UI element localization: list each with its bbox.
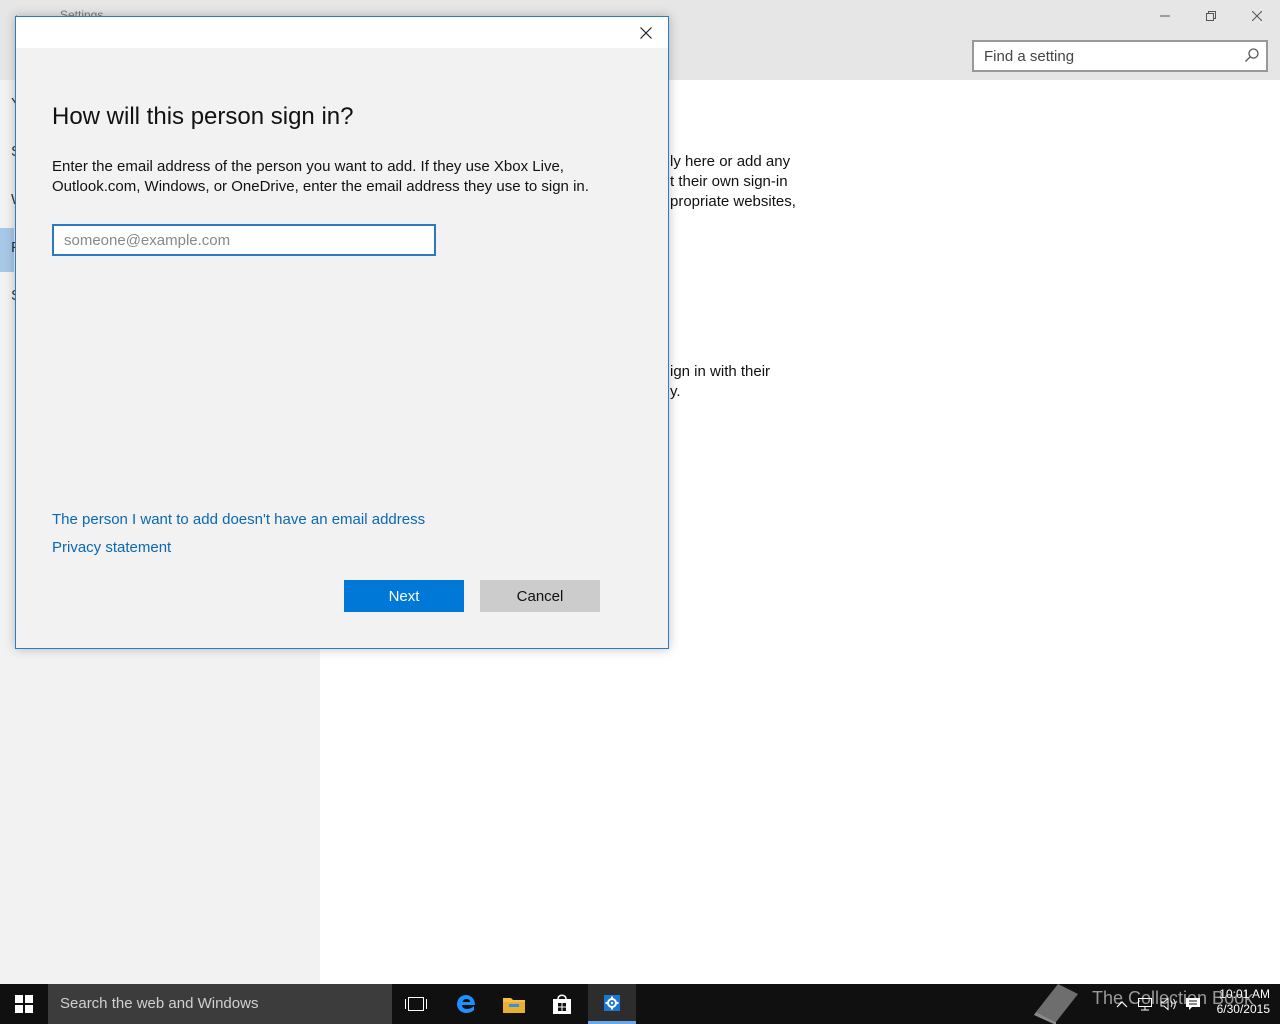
edge-browser-icon [457, 995, 475, 1013]
clock-time: 10:01 AM [1219, 987, 1270, 1001]
windows-logo-icon [15, 995, 33, 1013]
file-explorer-button[interactable] [490, 984, 538, 1024]
search-icon[interactable] [1244, 47, 1260, 63]
close-icon [640, 27, 652, 39]
folder-icon [503, 998, 525, 1013]
find-setting-search[interactable] [972, 40, 1268, 72]
clock-date: 6/30/2015 [1216, 1002, 1270, 1016]
cancel-button[interactable]: Cancel [480, 580, 600, 612]
edge-button[interactable] [442, 984, 490, 1024]
notification-icon [1186, 998, 1200, 1010]
sign-in-dialog: How will this person sign in? Enter the … [15, 16, 669, 649]
settings-app-button[interactable] [588, 984, 636, 1024]
content-text-line: ign in with their [670, 363, 771, 380]
restore-button[interactable] [1188, 0, 1234, 32]
content-text-line: ly here or add any [670, 153, 791, 170]
close-icon [1252, 11, 1262, 21]
taskbar-search[interactable]: Search the web and Windows [48, 984, 392, 1024]
network-button[interactable] [1135, 994, 1155, 1014]
store-bag-icon [553, 994, 571, 1014]
store-button[interactable] [538, 984, 586, 1024]
chevron-up-icon [1116, 1001, 1128, 1008]
dialog-titlebar [16, 17, 668, 48]
dialog-description: Enter the email address of the person yo… [52, 158, 589, 195]
no-email-link[interactable]: The person I want to add doesn't have an… [52, 511, 425, 528]
show-hidden-icons-button[interactable] [1112, 994, 1132, 1014]
book-logo-icon [1034, 984, 1078, 1024]
email-field[interactable] [52, 224, 436, 256]
content-text-line: propriate websites, [670, 193, 796, 210]
volume-button[interactable] [1159, 994, 1179, 1014]
window-close-button[interactable] [1234, 0, 1280, 32]
content-text-line: t their own sign-in [670, 173, 788, 190]
task-view-button[interactable] [392, 984, 440, 1024]
taskbar: Search the web and Windows The Collectio… [0, 984, 1280, 1024]
task-view-icon [405, 997, 427, 1011]
gear-icon [604, 994, 620, 1011]
taskbar-clock[interactable]: 10:01 AM 6/30/2015 [1206, 987, 1270, 1017]
speaker-icon [1160, 997, 1176, 1011]
minimize-icon [1160, 15, 1170, 17]
restore-icon [1206, 11, 1216, 21]
search-input[interactable] [974, 42, 1224, 70]
network-icon [1138, 998, 1152, 1011]
next-button[interactable]: Next [344, 580, 464, 612]
start-button[interactable] [0, 984, 48, 1024]
dialog-heading: How will this person sign in? [52, 103, 354, 130]
privacy-statement-link[interactable]: Privacy statement [52, 539, 171, 556]
dialog-close-button[interactable] [634, 21, 658, 45]
content-text-line: y. [670, 383, 681, 400]
action-center-button[interactable] [1183, 994, 1203, 1014]
minimize-button[interactable] [1142, 0, 1188, 32]
